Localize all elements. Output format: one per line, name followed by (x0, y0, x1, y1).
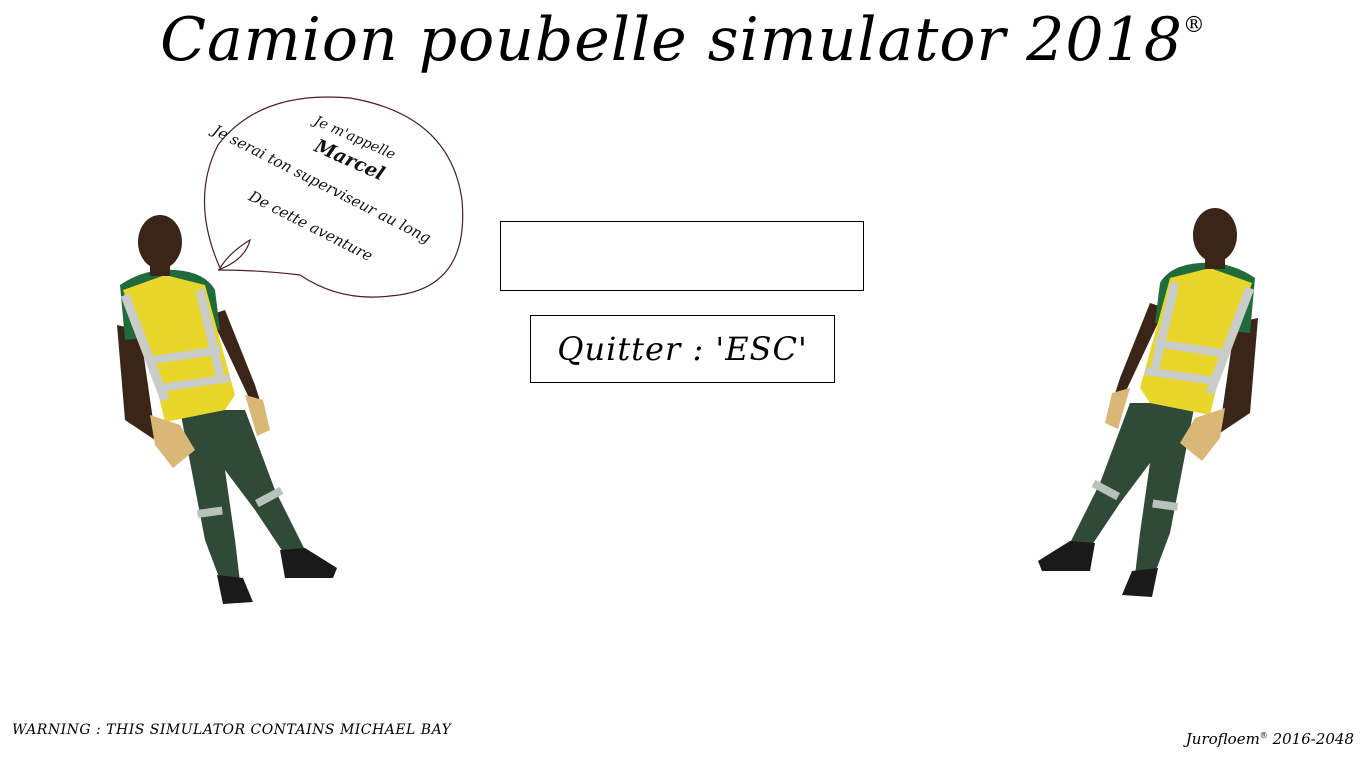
worker-marcel-right (1030, 203, 1270, 607)
start-field[interactable] (500, 221, 864, 291)
quit-button[interactable]: Quitter : 'ESC' (530, 315, 835, 383)
credit-years: 2016-2048 (1272, 730, 1354, 748)
credit-name: Jurofloem (1185, 730, 1260, 748)
game-title-text: Camion poubelle simulator 2018 (160, 5, 1183, 75)
credit-registered-mark: ® (1259, 731, 1268, 740)
warning-text: WARNING : THIS SIMULATOR CONTAINS MICHAE… (12, 722, 452, 738)
credit-text: Jurofloem® 2016-2048 (1186, 730, 1354, 748)
worker-figure-right (1038, 208, 1258, 597)
worker-figure-left (117, 215, 337, 604)
registered-mark: ® (1182, 13, 1206, 38)
worker-marcel-left (105, 210, 345, 614)
game-menu-screen: Camion poubelle simulator 2018® Je m'app… (0, 0, 1366, 768)
game-title: Camion poubelle simulator 2018® (0, 4, 1366, 76)
